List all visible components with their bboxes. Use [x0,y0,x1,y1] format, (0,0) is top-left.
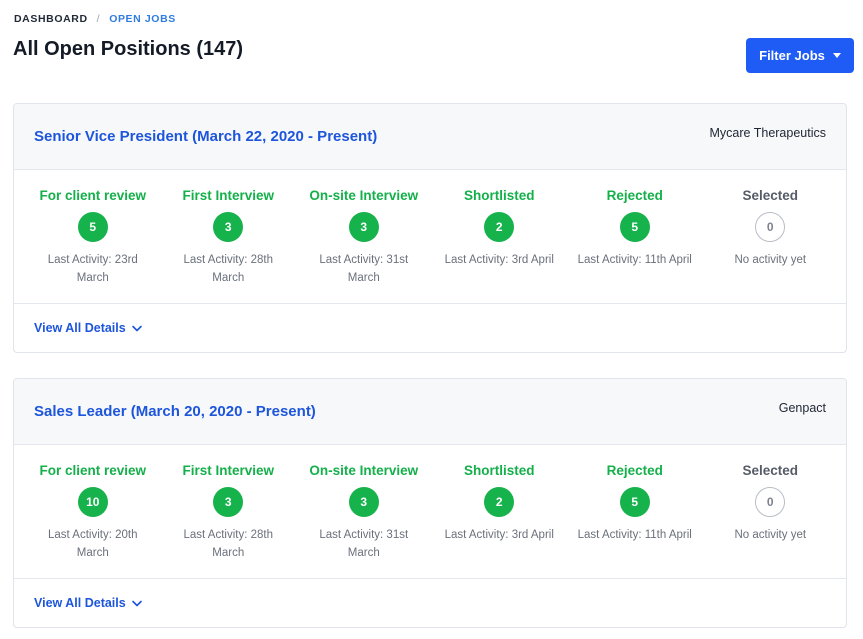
stage-last-activity: Last Activity: 3rd April [444,529,554,541]
stage-first-interview[interactable]: First Interview 3 Last Activity: 28th Ma… [161,445,297,578]
job-title-link[interactable]: Sales Leader (March 20, 2020 - Present) [34,403,316,420]
stage-last-activity: No activity yet [734,254,807,266]
stage-selected[interactable]: Selected 0 No activity yet [703,445,839,578]
view-all-details-label: View All Details [34,321,126,335]
stage-name: Selected [742,463,799,478]
view-all-details-link[interactable]: View All Details [34,321,142,335]
stage-name: On-site Interview [309,188,419,203]
job-card-footer: View All Details [14,303,846,352]
job-title-link[interactable]: Senior Vice President (March 22, 2020 - … [34,128,377,145]
stage-count-badge: 10 [77,487,108,517]
pipeline-stages: For client review 5 Last Activity: 23rd … [25,170,846,303]
stage-count-badge: 2 [484,212,515,242]
job-card-header: Senior Vice President (March 22, 2020 - … [14,104,846,170]
breadcrumb-separator: / [96,13,101,25]
stage-last-activity: No activity yet [734,529,807,541]
stage-count-badge: 3 [348,487,379,517]
stage-first-interview[interactable]: First Interview 3 Last Activity: 28th Ma… [161,170,297,303]
stage-for-client-review[interactable]: For client review 5 Last Activity: 23rd … [25,170,161,303]
stage-name: First Interview [182,188,275,203]
stage-name: For client review [39,463,147,478]
breadcrumb: DASHBOARD / OPEN JOBS [14,13,176,25]
stage-last-activity: Last Activity: 3rd April [444,254,554,266]
page-title: All Open Positions (147) [13,38,244,60]
stage-rejected[interactable]: Rejected 5 Last Activity: 11th April [567,170,703,303]
stage-count-badge: 2 [484,487,515,517]
filter-jobs-label: Filter Jobs [759,48,825,63]
stage-count-badge: 5 [619,212,650,242]
stage-name: Shortlisted [463,188,535,203]
stage-name: Shortlisted [463,463,535,478]
stage-name: Rejected [606,188,663,203]
stage-name: Rejected [606,463,663,478]
stage-count-badge: 0 [755,487,786,517]
stage-count-badge: 3 [213,212,244,242]
pipeline-stages: For client review 10 Last Activity: 20th… [25,445,846,578]
stage-last-activity: Last Activity: 31st March [319,529,409,559]
breadcrumb-dashboard-link[interactable]: DASHBOARD [14,13,88,25]
stage-rejected[interactable]: Rejected 5 Last Activity: 11th April [567,445,703,578]
stage-last-activity: Last Activity: 31st March [319,254,409,284]
stage-name: First Interview [182,463,275,478]
stage-last-activity: Last Activity: 11th April [577,529,692,541]
company-name: Mycare Therapeutics [709,126,827,140]
filter-jobs-button[interactable]: Filter Jobs [746,38,854,73]
stage-count-badge: 0 [755,212,786,242]
stage-last-activity: Last Activity: 28th March [183,254,274,284]
view-all-details-label: View All Details [34,596,126,610]
stage-name: Selected [742,188,799,203]
chevron-down-icon [131,600,142,606]
caret-down-icon [832,53,841,58]
stage-count-badge: 5 [77,212,108,242]
stage-for-client-review[interactable]: For client review 10 Last Activity: 20th… [25,445,161,578]
job-card: Senior Vice President (March 22, 2020 - … [13,103,847,353]
job-card-footer: View All Details [14,578,846,627]
stage-count-badge: 3 [213,487,244,517]
open-jobs-page: DASHBOARD / OPEN JOBS All Open Positions… [0,0,863,639]
job-card-header: Sales Leader (March 20, 2020 - Present) … [14,379,846,445]
stage-selected[interactable]: Selected 0 No activity yet [703,170,839,303]
stage-name: For client review [39,188,147,203]
stage-shortlisted[interactable]: Shortlisted 2 Last Activity: 3rd April [432,170,568,303]
view-all-details-link[interactable]: View All Details [34,596,142,610]
stage-count-badge: 3 [348,212,379,242]
company-name: Genpact [778,401,826,415]
stage-last-activity: Last Activity: 23rd March [47,254,138,284]
stage-onsite-interview[interactable]: On-site Interview 3 Last Activity: 31st … [296,170,432,303]
job-card: Sales Leader (March 20, 2020 - Present) … [13,378,847,628]
chevron-down-icon [131,325,142,331]
breadcrumb-current[interactable]: OPEN JOBS [109,13,176,25]
stage-count-badge: 5 [619,487,650,517]
stage-onsite-interview[interactable]: On-site Interview 3 Last Activity: 31st … [296,445,432,578]
stage-shortlisted[interactable]: Shortlisted 2 Last Activity: 3rd April [432,445,568,578]
stage-last-activity: Last Activity: 20th March [48,529,138,559]
stage-last-activity: Last Activity: 11th April [577,254,692,266]
stage-name: On-site Interview [309,463,419,478]
stage-last-activity: Last Activity: 28th March [183,529,274,559]
